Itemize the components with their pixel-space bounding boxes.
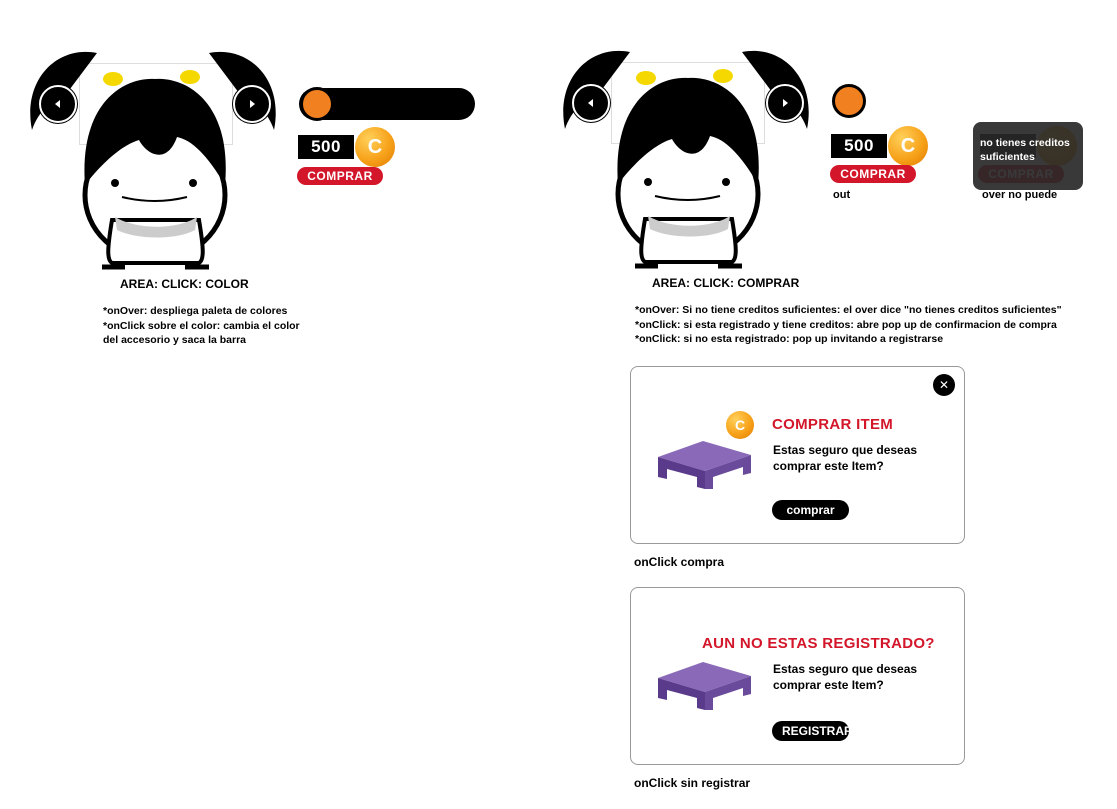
popup-caption: onClick sin registrar <box>634 776 751 790</box>
item-table-image <box>658 662 751 710</box>
arrow-left-icon <box>588 99 593 107</box>
color-swatch[interactable] <box>300 87 334 121</box>
item-table-image <box>658 441 751 489</box>
arrow-left-icon <box>55 100 60 108</box>
buy-confirm-popup: ✕ C COMPRAR ITEM Estas seguro que deseas… <box>630 366 965 544</box>
note-line: *onOver: despliega paleta de colores <box>103 305 288 317</box>
price-display: 500 <box>298 135 354 159</box>
close-button[interactable]: ✕ <box>933 374 955 396</box>
popup-text: Estas seguro que deseas comprar este Ite… <box>773 443 918 473</box>
character-avatar[interactable] <box>27 45 279 270</box>
coin-icon: C <box>355 127 395 167</box>
note-line: *onClick: si esta registrado y tiene cre… <box>635 318 1057 331</box>
next-arrow-button[interactable] <box>766 84 804 122</box>
state-out-label: out <box>833 189 851 201</box>
note-line: *onOver: Si no tiene creditos suficiente… <box>635 304 1062 316</box>
insufficient-credits-tooltip: no tienes creditos suficientes <box>973 122 1083 190</box>
buy-button[interactable]: COMPRAR <box>297 167 383 185</box>
character-avatar[interactable] <box>560 44 812 269</box>
color-swatch[interactable] <box>832 84 866 118</box>
tooltip-text: no tienes creditos suficientes <box>980 137 1070 163</box>
coin-icon: C <box>888 126 928 166</box>
coin-icon: C <box>726 411 754 439</box>
popup-text: Estas seguro que deseas comprar este Ite… <box>773 662 918 692</box>
price-display: 500 <box>831 134 887 158</box>
register-popup: AUN NO ESTAS REGISTRADO? Estas seguro qu… <box>630 587 965 765</box>
area-label: AREA: CLICK: COMPRAR <box>652 276 800 290</box>
next-arrow-button[interactable] <box>233 85 271 123</box>
state-over-label: over no puede <box>982 189 1058 201</box>
arrow-right-icon <box>783 99 788 107</box>
popup-caption: onClick compra <box>634 555 725 569</box>
popup-title: AUN NO ESTAS REGISTRADO? <box>702 635 935 652</box>
arrow-right-icon <box>250 100 255 108</box>
note-line: *onClick: si no esta registrado: pop up … <box>635 333 944 345</box>
prev-arrow-button[interactable] <box>39 85 77 123</box>
prev-arrow-button[interactable] <box>572 84 610 122</box>
note-line: *onClick sobre el color: cambia el color <box>103 319 300 332</box>
popup-title: COMPRAR ITEM <box>772 416 894 433</box>
notes: *onOver: despliega paleta de colores *on… <box>103 304 300 348</box>
register-button[interactable]: REGISTRAR <box>772 721 849 741</box>
buy-button[interactable]: COMPRAR <box>830 165 916 183</box>
area-label: AREA: CLICK: COLOR <box>120 277 249 291</box>
confirm-buy-button[interactable]: comprar <box>772 500 849 520</box>
close-icon: ✕ <box>938 378 950 392</box>
note-line: del accesorio y saca la barra <box>103 334 247 346</box>
notes: *onOver: Si no tiene creditos suficiente… <box>635 303 1062 347</box>
